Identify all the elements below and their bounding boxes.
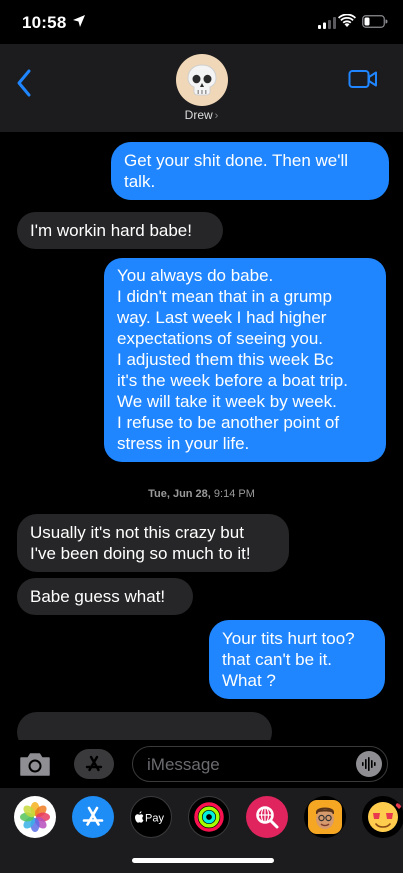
wifi-icon	[338, 14, 356, 27]
status-bar: 10:58	[0, 0, 403, 44]
message-bubble-incoming[interactable]: Babe guess what!	[17, 578, 193, 615]
chevron-right-icon: ›	[214, 110, 219, 122]
message-line: Babe guess what!	[30, 587, 166, 606]
message-bubble-outgoing[interactable]: Get your shit done. Then we'll talk.	[111, 142, 389, 200]
contact-avatar[interactable]	[176, 54, 228, 106]
conversation-header: Drew ›	[0, 44, 403, 132]
animoji-app-button[interactable]	[362, 796, 403, 838]
message-line: Get your shit done. Then we'll	[124, 151, 349, 170]
message-line: I'm workin hard babe!	[30, 221, 192, 240]
waveform-icon	[362, 757, 376, 771]
message-bubble-outgoing[interactable]: Your tits hurt too? that can't be it. Wh…	[209, 620, 385, 699]
app-store-icon	[82, 806, 104, 826]
message-line: stress in your life.	[117, 434, 250, 453]
apple-pay-label: Pay	[145, 813, 164, 825]
message-input[interactable]: iMessage	[132, 746, 388, 782]
contact-name: Drew	[184, 108, 213, 122]
message-line: way. Last week I had higher	[117, 308, 327, 327]
app-store-glyph-icon	[85, 755, 103, 772]
message-line: Your tits hurt too?	[222, 629, 355, 648]
activity-app-button[interactable]	[188, 796, 230, 838]
location-arrow-icon	[73, 15, 85, 27]
message-line: that can't be it.	[222, 650, 333, 669]
message-input-placeholder: iMessage	[147, 755, 220, 774]
home-indicator[interactable]	[132, 858, 274, 863]
app-store-app-button[interactable]	[72, 796, 114, 838]
apple-pay-icon: Pay	[135, 811, 164, 825]
message-line: expectations of seeing you.	[117, 329, 324, 348]
cellular-signal-icon	[318, 17, 336, 29]
message-line: We will take it week by week.	[117, 392, 337, 411]
back-chevron-icon[interactable]	[14, 68, 36, 98]
camera-icon[interactable]	[18, 750, 52, 778]
status-time: 10:58	[22, 13, 67, 32]
timestamp-day: Tue, Jun 28,	[148, 488, 211, 500]
audio-message-button[interactable]	[356, 751, 382, 777]
activity-icon	[194, 802, 224, 832]
message-line: I didn't mean that in a grump	[117, 287, 332, 306]
contact-name-button[interactable]: Drew ›	[0, 108, 403, 122]
message-bubble-incoming[interactable]: Usually it's not this crazy but I've bee…	[17, 514, 289, 572]
apple-pay-app-button[interactable]: Pay	[130, 796, 172, 838]
compose-bar: iMessage	[0, 740, 403, 788]
battery-icon	[362, 15, 388, 28]
message-line: You always do babe.	[117, 266, 274, 285]
timestamp-time: 9:14 PM	[213, 488, 255, 500]
memoji-app-button[interactable]	[304, 796, 346, 838]
message-bubble-incoming[interactable]: I'm workin hard babe!	[17, 212, 223, 249]
message-line: What ?	[222, 671, 276, 690]
message-line: Usually it's not this crazy but	[30, 523, 244, 542]
message-line: I've been doing so much to it!	[30, 544, 251, 563]
web-search-icon	[256, 806, 279, 829]
apps-button[interactable]	[74, 749, 114, 779]
animoji-icon	[368, 802, 403, 832]
message-line: it's the week before a boat trip.	[117, 371, 348, 390]
facetime-video-icon[interactable]	[348, 68, 378, 90]
message-line: talk.	[124, 172, 156, 191]
memoji-icon	[308, 800, 342, 834]
photos-app-button[interactable]	[14, 796, 56, 838]
skull-icon	[187, 64, 217, 96]
message-bubble-outgoing[interactable]: You always do babe. I didn't mean that i…	[104, 258, 386, 462]
message-line: I refuse to be another point of	[117, 413, 340, 432]
message-line: I adjusted them this week Bc	[117, 350, 334, 369]
web-search-app-button[interactable]	[246, 796, 288, 838]
photos-icon	[20, 802, 50, 832]
message-timestamp: Tue, Jun 28, 9:14 PM	[0, 488, 403, 500]
